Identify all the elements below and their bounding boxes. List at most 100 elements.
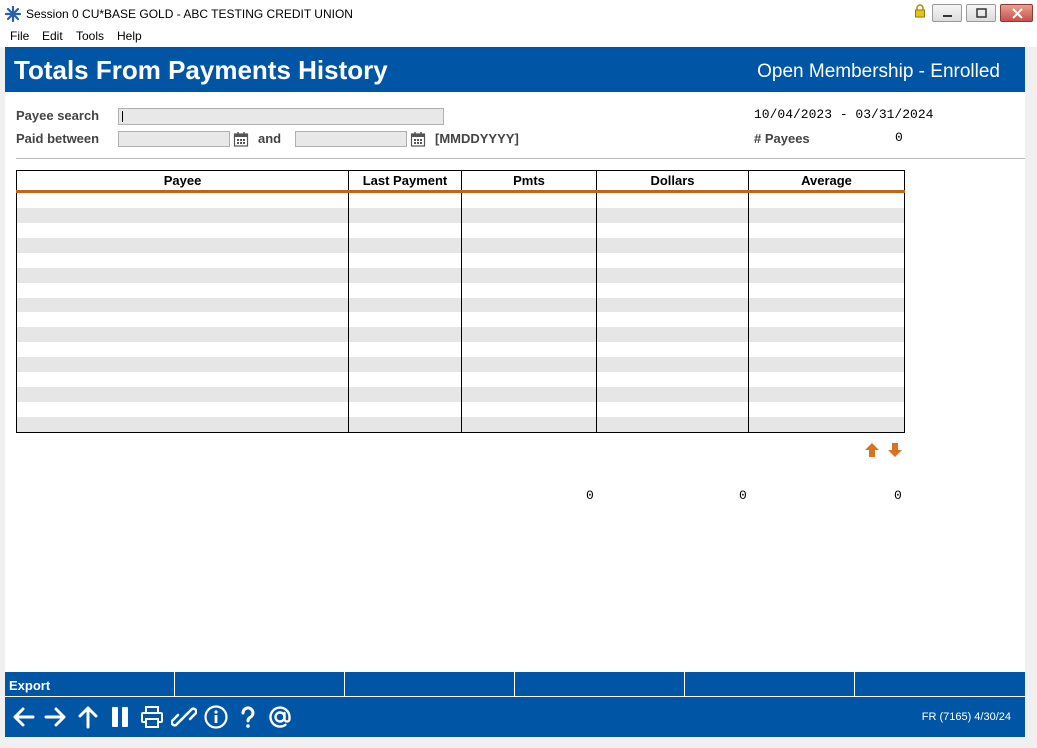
- table-cell: [348, 327, 462, 343]
- table-cell: [748, 327, 905, 343]
- from-date-input[interactable]: [118, 131, 230, 147]
- page-down-arrow-icon[interactable]: [886, 441, 904, 459]
- menu-tools[interactable]: Tools: [76, 29, 104, 43]
- table-row: [16, 312, 905, 328]
- forward-arrow-icon[interactable]: [42, 704, 68, 730]
- function-key-bar: Export: [5, 672, 1025, 696]
- menu-help[interactable]: Help: [117, 29, 142, 43]
- table-cell: [748, 267, 905, 283]
- table-cell: [16, 252, 349, 268]
- link-icon[interactable]: [171, 704, 197, 730]
- table-cell: [16, 297, 349, 313]
- payee-search-input[interactable]: [118, 108, 444, 125]
- table-cell: [348, 237, 462, 253]
- close-icon: [1012, 8, 1023, 19]
- table-cell: [748, 222, 905, 238]
- table-row: [16, 208, 905, 223]
- table-cell: [348, 222, 462, 238]
- table-cell: [461, 282, 597, 298]
- table-cell: [348, 208, 462, 223]
- table-cell: [348, 312, 462, 328]
- table-cell: [16, 372, 349, 388]
- page-up-arrow-icon[interactable]: [863, 441, 881, 459]
- export-button[interactable]: Export: [5, 672, 175, 696]
- table-cell: [596, 402, 749, 417]
- table-row: [16, 387, 905, 402]
- menu-edit[interactable]: Edit: [42, 29, 63, 43]
- back-arrow-icon[interactable]: [11, 704, 37, 730]
- to-date-calendar-icon[interactable]: [410, 131, 426, 147]
- menu-file[interactable]: File: [10, 29, 29, 43]
- column-header-payee[interactable]: Payee: [16, 170, 349, 193]
- column-header-average[interactable]: Average: [748, 170, 905, 193]
- table-cell: [461, 208, 597, 223]
- lock-icon: [915, 4, 925, 18]
- table-cell: [748, 252, 905, 268]
- table-cell: [748, 357, 905, 373]
- table-header-row: Payee Last Payment Pmts Dollars Average: [16, 170, 905, 193]
- payee-search-label: Payee search: [16, 108, 100, 123]
- table-body: [16, 191, 905, 433]
- table-cell: [596, 387, 749, 402]
- table-row: [16, 267, 905, 283]
- table-cell: [596, 267, 749, 283]
- menu-bar: File Edit Tools Help: [0, 27, 1037, 47]
- date-format-hint: [MMDDYYYY]: [435, 131, 519, 146]
- table-cell: [461, 402, 597, 417]
- table-cell: [348, 282, 462, 298]
- column-header-dollars[interactable]: Dollars: [596, 170, 749, 193]
- table-row: [16, 297, 905, 313]
- table-cell: [461, 416, 597, 433]
- text-cursor: [122, 111, 123, 122]
- table-cell: [348, 342, 462, 358]
- table-cell: [596, 312, 749, 328]
- table-cell: [16, 222, 349, 238]
- table-row: [16, 252, 905, 268]
- total-average: 0: [894, 488, 902, 503]
- maximize-button[interactable]: [966, 4, 996, 22]
- table-cell: [596, 372, 749, 388]
- fkey-slot-2: [175, 672, 345, 696]
- table-cell: [596, 416, 749, 433]
- table-cell: [16, 416, 349, 433]
- table-cell: [348, 372, 462, 388]
- paid-between-label: Paid between: [16, 131, 100, 146]
- table-cell: [596, 297, 749, 313]
- help-icon[interactable]: [235, 704, 261, 730]
- table-cell: [748, 312, 905, 328]
- table-row: [16, 342, 905, 358]
- table-cell: [748, 237, 905, 253]
- close-window-button[interactable]: [1000, 4, 1033, 22]
- table-cell: [461, 252, 597, 268]
- info-icon[interactable]: [203, 704, 229, 730]
- table-cell: [748, 372, 905, 388]
- table-cell: [461, 342, 597, 358]
- table-cell: [461, 267, 597, 283]
- table-cell: [461, 357, 597, 373]
- column-header-last-payment[interactable]: Last Payment: [348, 170, 462, 193]
- table-row: [16, 282, 905, 298]
- fkey-slot-5: [685, 672, 855, 696]
- and-label: and: [258, 131, 282, 146]
- payments-table: Payee Last Payment Pmts Dollars Average: [16, 170, 905, 433]
- table-cell: [596, 252, 749, 268]
- maximize-icon: [976, 8, 987, 18]
- printer-icon[interactable]: [139, 704, 165, 730]
- table-cell: [16, 357, 349, 373]
- membership-status: Open Membership - Enrolled: [757, 61, 1000, 82]
- table-row: [16, 357, 905, 373]
- pause-icon[interactable]: [107, 704, 133, 730]
- minimize-button[interactable]: [932, 4, 962, 22]
- up-arrow-icon[interactable]: [75, 704, 101, 730]
- table-cell: [596, 222, 749, 238]
- navigation-bar: FR (7165) 4/30/24: [5, 697, 1025, 737]
- from-date-calendar-icon[interactable]: [233, 131, 249, 147]
- to-date-input[interactable]: [295, 131, 407, 147]
- table-row: [16, 402, 905, 417]
- column-header-pmts[interactable]: Pmts: [461, 170, 597, 193]
- table-cell: [348, 191, 462, 209]
- minimize-icon: [943, 15, 952, 17]
- email-at-icon[interactable]: [267, 704, 293, 730]
- table-cell: [348, 416, 462, 433]
- table-cell: [461, 222, 597, 238]
